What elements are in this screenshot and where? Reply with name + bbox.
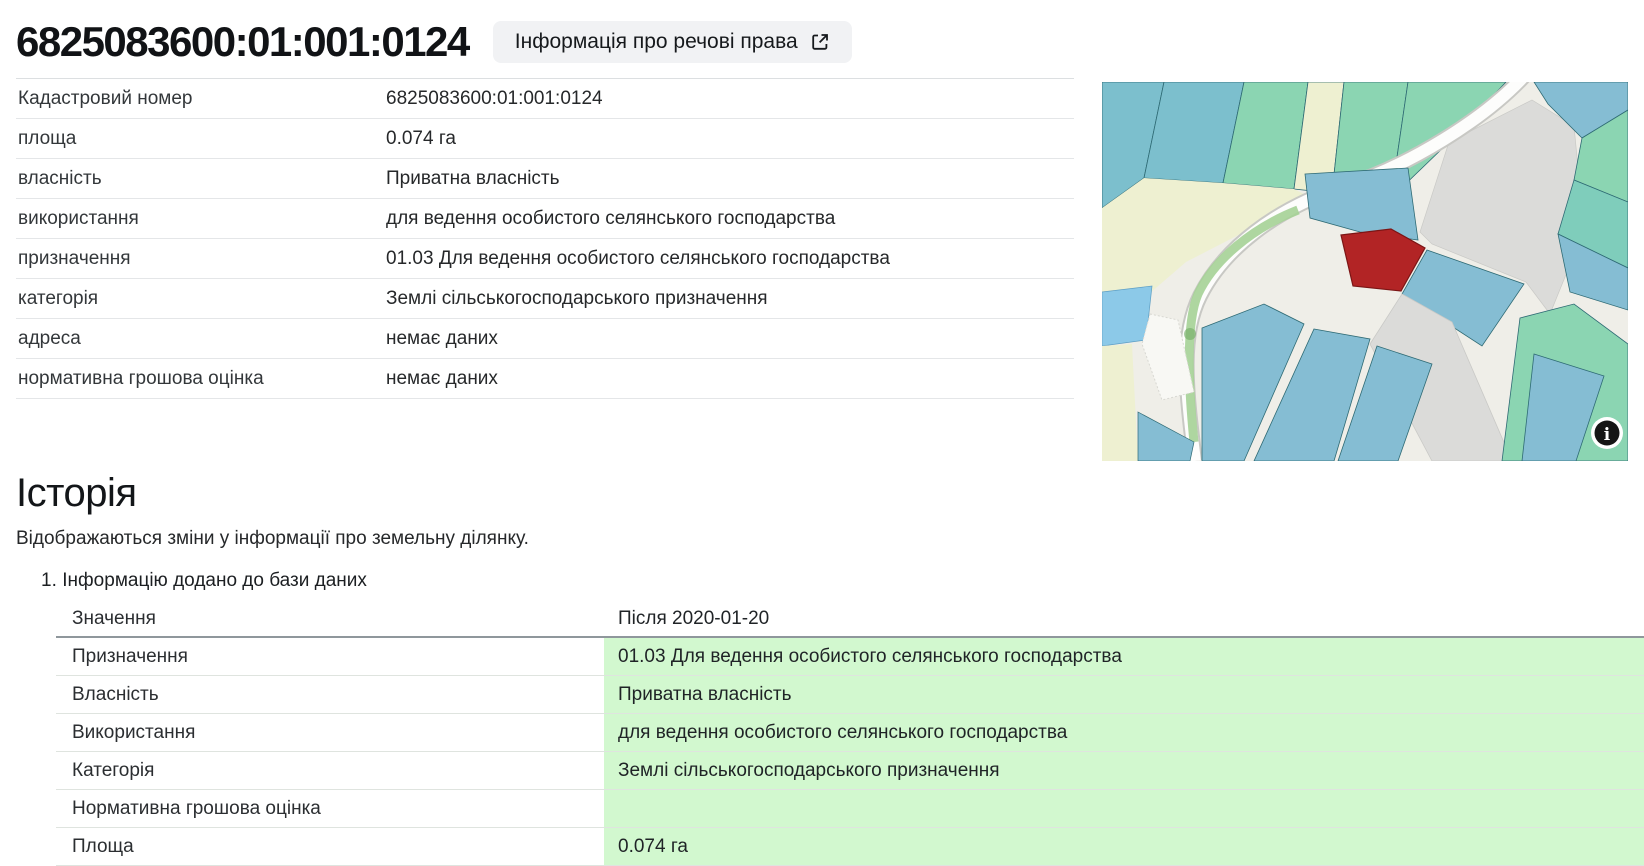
parcel-summary-section: Кадастровий номер 6825083600:01:001:0124…	[16, 78, 1628, 461]
page-title: 6825083600:01:001:0124	[16, 18, 469, 66]
row-label: використання	[16, 208, 386, 230]
row-label: Кадастровий номер	[16, 88, 386, 110]
table-row: Призначення 01.03 Для ведення особистого…	[56, 638, 1644, 676]
table-row: власність Приватна власність	[16, 159, 1074, 199]
table-row: Категорія Землі сільськогосподарського п…	[56, 752, 1644, 790]
map-attribution-button[interactable]: i	[1591, 417, 1623, 449]
rights-info-button[interactable]: Інформація про речові права	[493, 21, 852, 63]
table-row: призначення 01.03 Для ведення особистого…	[16, 239, 1074, 279]
row-label: Нормативна грошова оцінка	[56, 790, 604, 827]
row-label: Площа	[56, 828, 604, 865]
map-canvas[interactable]: i	[1102, 82, 1628, 461]
row-label: адреса	[16, 328, 386, 350]
history-table-header: Значення Після 2020-01-20	[56, 602, 1644, 638]
row-label: власність	[16, 168, 386, 190]
parcel-map[interactable]: i	[1102, 82, 1628, 461]
row-value: для ведення особистого селянського госпо…	[604, 714, 1644, 751]
row-value: Приватна власність	[386, 168, 1074, 190]
table-row: використання для ведення особистого селя…	[16, 199, 1074, 239]
row-label: нормативна грошова оцінка	[16, 368, 386, 390]
header-label: Значення	[56, 602, 604, 636]
row-value: 0.074 га	[386, 128, 1074, 150]
row-value: Землі сільськогосподарського призначення	[604, 752, 1644, 789]
history-entry: 1. Інформацію додано до бази даних Значе…	[41, 570, 1628, 866]
parcel-info-table: Кадастровий номер 6825083600:01:001:0124…	[16, 78, 1074, 399]
row-label: площа	[16, 128, 386, 150]
rights-info-button-label: Інформація про речові права	[515, 30, 798, 54]
row-label: категорія	[16, 288, 386, 310]
row-value: для ведення особистого селянського госпо…	[386, 208, 1074, 230]
info-icon: i	[1604, 425, 1611, 445]
map-field-strip	[1102, 344, 1138, 461]
row-label: призначення	[16, 248, 386, 270]
table-row: адреса немає даних	[16, 319, 1074, 359]
row-value: 6825083600:01:001:0124	[386, 88, 1074, 110]
header-value: Після 2020-01-20	[604, 602, 1644, 636]
row-label: Використання	[56, 714, 604, 751]
history-entry-title: 1. Інформацію додано до бази даних	[41, 570, 1628, 592]
row-value: 01.03 Для ведення особистого селянського…	[604, 638, 1644, 675]
table-row: Використання для ведення особистого селя…	[56, 714, 1644, 752]
table-row: Нормативна грошова оцінка	[56, 790, 1644, 828]
row-value: немає даних	[386, 328, 1074, 350]
table-row: площа 0.074 га	[16, 119, 1074, 159]
history-entry-index: 1.	[41, 570, 57, 592]
table-row: Площа 0.074 га	[56, 828, 1644, 866]
row-label: Власність	[56, 676, 604, 713]
table-row: Власність Приватна власність	[56, 676, 1644, 714]
row-value: Приватна власність	[604, 676, 1644, 713]
external-link-icon	[810, 32, 830, 52]
table-row: нормативна грошова оцінка немає даних	[16, 359, 1074, 399]
row-value: 01.03 Для ведення особистого селянського…	[386, 248, 1074, 270]
tree-patch	[1184, 328, 1196, 340]
table-row: Кадастровий номер 6825083600:01:001:0124	[16, 79, 1074, 119]
page-header: 6825083600:01:001:0124 Інформація про ре…	[16, 0, 1628, 78]
history-heading: Історія	[16, 471, 1628, 516]
row-value: 0.074 га	[604, 828, 1644, 865]
history-description: Відображаються зміни у інформації про зе…	[16, 528, 1628, 550]
row-value: немає даних	[386, 368, 1074, 390]
history-table: Значення Після 2020-01-20 Призначення 01…	[56, 602, 1644, 866]
row-label: Категорія	[56, 752, 604, 789]
row-value: Землі сільськогосподарського призначення	[386, 288, 1074, 310]
history-entry-label: Інформацію додано до бази даних	[62, 570, 367, 591]
row-label: Призначення	[56, 638, 604, 675]
history-list: 1. Інформацію додано до бази даних Значе…	[16, 570, 1628, 866]
table-row: категорія Землі сільськогосподарського п…	[16, 279, 1074, 319]
row-value	[604, 790, 1644, 827]
